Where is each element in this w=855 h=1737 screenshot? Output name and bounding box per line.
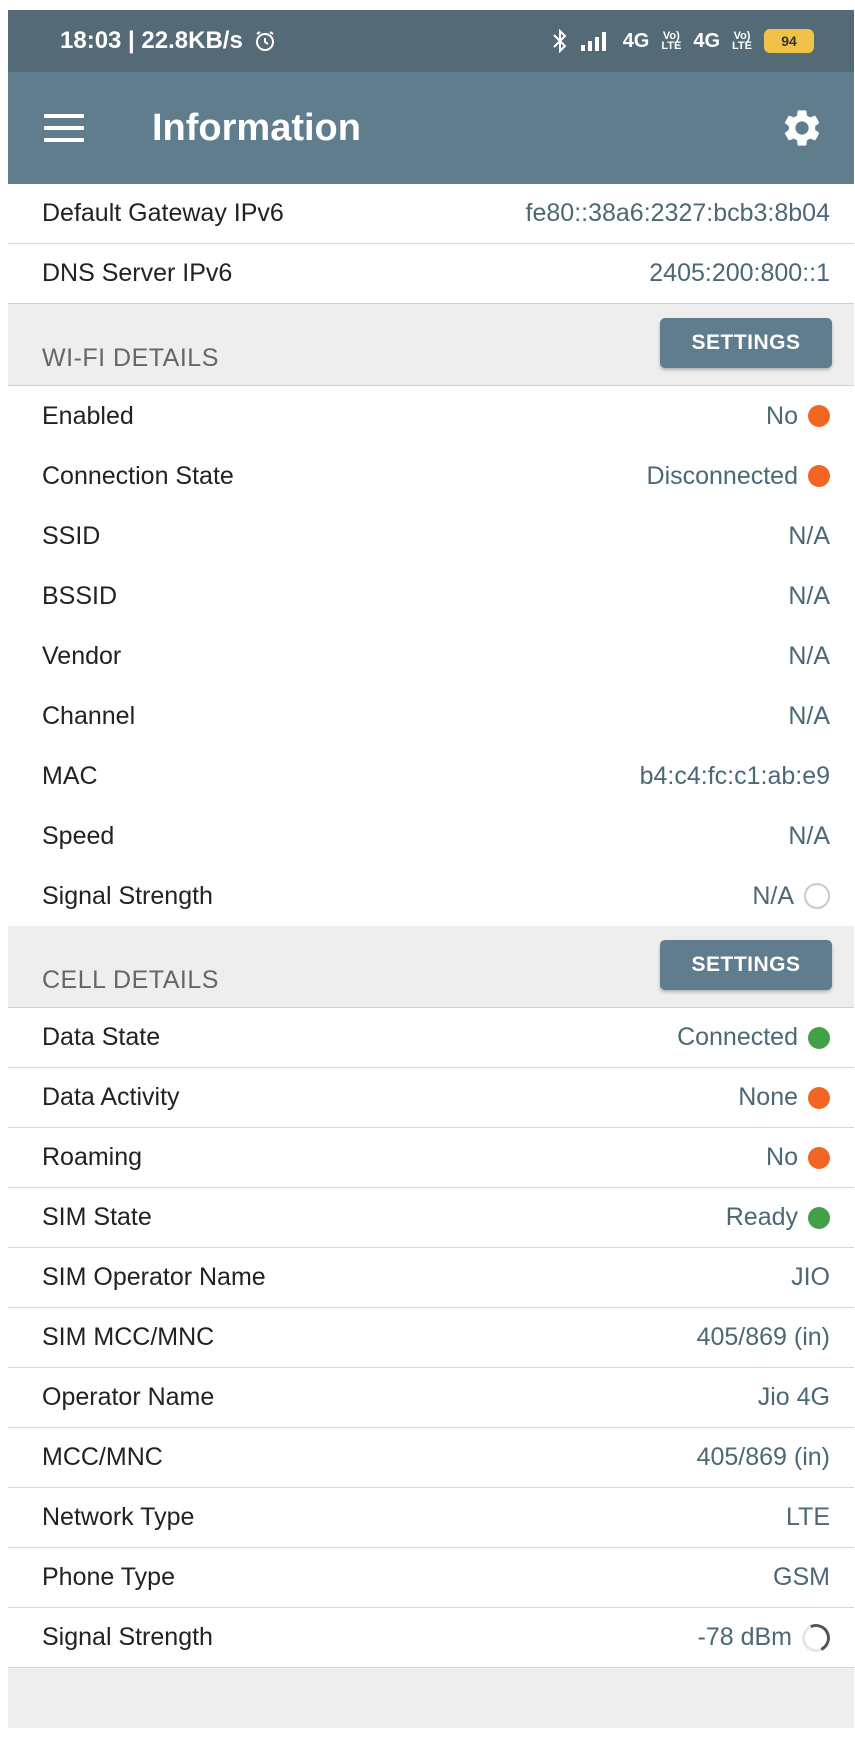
list-item: BSSID N/A (8, 566, 854, 626)
row-value: -78 dBm (697, 1623, 792, 1651)
list-item: Phone Type GSM (8, 1548, 854, 1608)
status-dot (808, 1146, 830, 1169)
network-type-1: 4G (622, 29, 650, 52)
row-label: Default Gateway IPv6 (42, 199, 284, 227)
row-value: N/A (788, 581, 830, 610)
row-value: Ready (725, 1203, 798, 1231)
list-item: Channel N/A (8, 686, 854, 746)
row-label: Signal Strength (42, 881, 213, 910)
list-item: MCC/MNC 405/869 (in) (8, 1428, 854, 1488)
row-value: N/A (788, 521, 830, 550)
row-value: No (766, 401, 798, 430)
row-label: Enabled (42, 401, 134, 430)
list-item: Enabled No (8, 386, 854, 446)
row-label: Data State (42, 1023, 161, 1051)
row-value: None (738, 1083, 798, 1111)
status-dot (808, 1206, 830, 1229)
bluetooth-icon (552, 29, 567, 53)
row-value: GSM (773, 1563, 830, 1591)
list-item: SSID N/A (8, 506, 854, 566)
row-label: Data Activity (42, 1083, 180, 1111)
app-bar: Information (8, 72, 854, 184)
row-label: Connection State (42, 461, 234, 490)
status-bar: 18:03 | 22.8KB/s 4G Vo) LTE 4G Vo) LTE 94 (8, 10, 854, 72)
gear-icon[interactable] (780, 106, 824, 150)
network-type-2: 4G (693, 29, 721, 52)
row-value: 405/869 (in) (696, 1443, 830, 1471)
row-value: b4:c4:fc:c1:ab:e9 (639, 761, 830, 790)
row-value: No (766, 1143, 798, 1171)
row-value: N/A (788, 641, 830, 670)
list-item: Signal Strength -78 dBm (8, 1608, 854, 1668)
section-title: WI-FI DETAILS (42, 344, 219, 372)
row-value: Connected (677, 1023, 798, 1051)
row-value: N/A (788, 701, 830, 730)
menu-icon[interactable] (44, 114, 84, 142)
status-dot (808, 405, 830, 427)
status-dot (808, 1026, 830, 1049)
list-item: Data Activity None (8, 1068, 854, 1128)
list-item: MAC b4:c4:fc:c1:ab:e9 (8, 746, 854, 806)
row-label: MCC/MNC (42, 1443, 163, 1471)
status-time-speed: 18:03 | 22.8KB/s (60, 27, 243, 54)
row-value: Jio 4G (757, 1383, 830, 1411)
row-label: Vendor (42, 641, 122, 670)
list-item: Operator Name Jio 4G (8, 1368, 854, 1428)
row-label: Network Type (42, 1503, 195, 1531)
row-label: DNS Server IPv6 (42, 259, 233, 287)
info-list: Default Gateway IPv6 fe80::38a6:2327:bcb… (8, 184, 854, 1728)
row-label: SIM State (42, 1203, 152, 1231)
row-value: N/A (752, 881, 794, 910)
row-label: BSSID (42, 581, 118, 610)
wifi-section-header: WI-FI DETAILS SETTINGS (8, 304, 854, 386)
list-item: Data State Connected (8, 1008, 854, 1068)
list-item: SIM Operator Name JIO (8, 1248, 854, 1308)
row-label: MAC (42, 761, 98, 790)
volte-icon: Vo) LTE (661, 30, 682, 52)
row-value: 405/869 (in) (696, 1323, 830, 1351)
wifi-settings-button[interactable]: SETTINGS (660, 318, 832, 368)
cell-settings-button[interactable]: SETTINGS (660, 940, 832, 990)
signal-icon (580, 32, 606, 51)
list-item: Roaming No (8, 1128, 854, 1188)
list-item: SIM MCC/MNC 405/869 (in) (8, 1308, 854, 1368)
row-value: fe80::38a6:2327:bcb3:8b04 (525, 199, 830, 227)
row-label: SIM MCC/MNC (42, 1323, 215, 1351)
row-label: SIM Operator Name (42, 1263, 266, 1291)
row-label: Operator Name (42, 1383, 215, 1411)
row-label: SSID (42, 521, 101, 550)
status-dot (808, 1086, 830, 1109)
row-label: Speed (42, 821, 115, 850)
page-title: Information (152, 106, 361, 149)
row-label: Signal Strength (42, 1623, 213, 1651)
loading-spinner-icon (798, 1619, 834, 1656)
alarm-icon (255, 31, 274, 51)
list-footer (8, 1668, 854, 1728)
phone-screen: 18:03 | 22.8KB/s 4G Vo) LTE 4G Vo) LTE 94 (8, 10, 854, 1737)
list-item: Network Type LTE (8, 1488, 854, 1548)
status-dot (808, 465, 830, 487)
list-item: SIM State Ready (8, 1188, 854, 1248)
list-item: Speed N/A (8, 806, 854, 866)
signal-ring-icon (804, 883, 830, 909)
row-value: N/A (788, 821, 830, 850)
battery-icon: 94 (764, 29, 814, 53)
row-value: Disconnected (646, 461, 798, 490)
row-label: Phone Type (42, 1563, 175, 1591)
list-item: Connection State Disconnected (8, 446, 854, 506)
list-item: Default Gateway IPv6 fe80::38a6:2327:bcb… (8, 184, 854, 244)
row-value: JIO (791, 1263, 830, 1291)
cell-section-header: CELL DETAILS SETTINGS (8, 926, 854, 1008)
section-title: CELL DETAILS (42, 966, 219, 994)
list-item: DNS Server IPv6 2405:200:800::1 (8, 244, 854, 304)
row-value: 2405:200:800::1 (649, 259, 830, 287)
row-label: Roaming (42, 1143, 143, 1171)
row-label: Channel (42, 701, 136, 730)
volte-icon: Vo) LTE (732, 30, 752, 52)
list-item: Signal Strength N/A (8, 866, 854, 926)
row-value: LTE (786, 1503, 830, 1531)
list-item: Vendor N/A (8, 626, 854, 686)
